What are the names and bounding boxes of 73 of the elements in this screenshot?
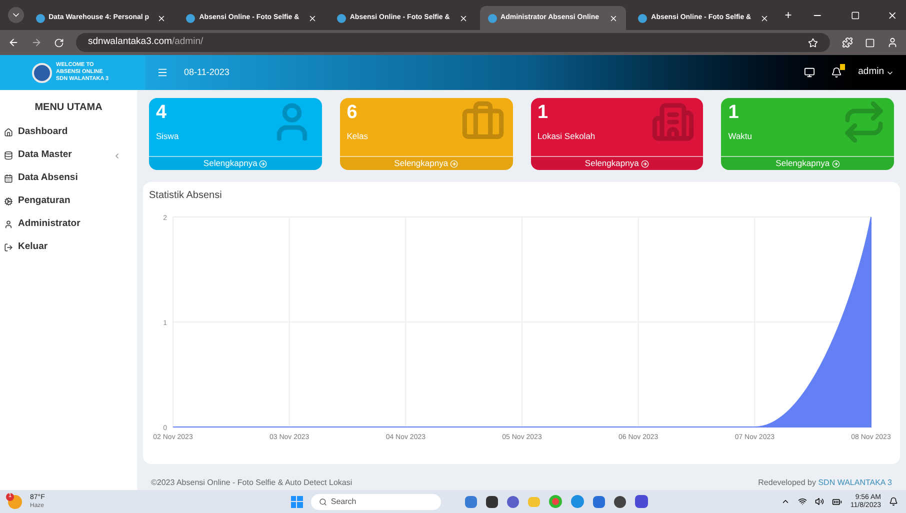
new-tab-button[interactable]: + <box>784 6 792 24</box>
menu-item-icon <box>4 243 13 252</box>
stat-count: 6 <box>346 102 358 124</box>
notification-badge-icon <box>840 64 846 70</box>
profile-icon[interactable] <box>887 37 898 48</box>
taskbar-app-icon[interactable] <box>506 496 519 508</box>
taskbar-app-icon[interactable] <box>486 496 498 508</box>
extensions-icon[interactable] <box>842 37 853 48</box>
bookmark-star-icon[interactable] <box>808 38 818 48</box>
user-menu[interactable]: admin <box>858 65 894 80</box>
volume-icon[interactable] <box>815 497 824 506</box>
more-info-link[interactable]: Selengkapnya <box>530 156 704 170</box>
wifi-icon[interactable] <box>798 497 808 506</box>
stat-count: 4 <box>156 102 168 124</box>
arrow-circle-icon <box>450 160 458 168</box>
sidebar-item[interactable]: Dashboard <box>0 121 137 144</box>
close-icon[interactable] <box>609 14 618 22</box>
sidebar-item[interactable]: Keluar <box>0 236 137 259</box>
stat-label: Waktu <box>728 130 754 143</box>
url-host: sdnwalantaka3.com <box>88 35 172 50</box>
url-path: /admin/ <box>172 35 204 50</box>
stat-count: 1 <box>538 102 550 124</box>
card-background-icon <box>842 100 886 144</box>
footer-credit: Redeveloped by SDN WALANTAKA 3 <box>758 477 892 489</box>
stat-count: 1 <box>728 102 740 124</box>
menu-item-icon <box>4 151 13 160</box>
site-favicon-icon <box>638 14 648 22</box>
sidebar-icon[interactable] <box>865 38 875 48</box>
close-icon[interactable] <box>760 14 769 22</box>
card-background-icon <box>651 100 696 144</box>
site-favicon-icon <box>186 14 196 22</box>
sidebar-title: MENU UTAMA <box>34 101 104 115</box>
search-icon <box>318 498 327 506</box>
menu-toggle-icon[interactable] <box>157 67 168 78</box>
taskbar-app-icon[interactable] <box>614 496 626 508</box>
monitor-icon[interactable] <box>804 67 816 78</box>
start-icon[interactable] <box>290 496 303 508</box>
url-field[interactable]: sdnwalantaka3.com/admin/ <box>76 33 830 52</box>
menu-item-icon <box>4 220 13 229</box>
tray-chevron-icon[interactable] <box>781 497 790 506</box>
menu-item-icon <box>4 197 13 206</box>
stat-label: Lokasi Sekolah <box>538 130 596 143</box>
notification-bell-icon[interactable] <box>831 67 842 78</box>
close-icon[interactable] <box>458 14 468 22</box>
current-date: 08-11-2023 <box>184 66 230 79</box>
footer-copyright: ©2023 Absensi Online - Foto Selfie & Auto Detect Lokasi <box>151 477 352 489</box>
reload-icon[interactable] <box>54 38 64 48</box>
site-favicon-icon <box>336 14 346 22</box>
site-favicon-icon <box>488 14 497 22</box>
arrow-circle-icon <box>640 160 649 168</box>
sidebar-item[interactable]: Data Master <box>0 144 137 167</box>
sidebar-item[interactable]: Administrator <box>0 213 137 236</box>
site-favicon-icon <box>36 14 45 22</box>
back-icon[interactable] <box>8 37 19 48</box>
school-logo-icon <box>32 62 52 82</box>
battery-icon[interactable] <box>832 496 842 506</box>
menu-item-icon <box>4 128 13 137</box>
close-icon[interactable] <box>308 14 317 22</box>
maximize-icon[interactable] <box>850 11 860 20</box>
close-icon[interactable] <box>887 10 898 21</box>
sidebar-item[interactable]: Data Absensi <box>0 167 137 190</box>
close-icon[interactable] <box>157 14 166 22</box>
arrow-circle-icon <box>259 160 268 168</box>
chart-title: Statistik Absensi <box>149 189 223 203</box>
stat-label: Siswa <box>156 130 180 143</box>
tab-menu-icon[interactable] <box>8 7 24 23</box>
sidebar-item[interactable]: Pengaturan <box>0 190 137 213</box>
notification-icon[interactable] <box>889 497 898 506</box>
taskbar-search-field[interactable]: Search <box>310 494 441 510</box>
menu-item-icon <box>4 174 13 183</box>
arrow-circle-icon <box>832 160 840 168</box>
taskbar-app-icon[interactable] <box>634 495 648 508</box>
stat-label: Kelas <box>346 130 370 143</box>
